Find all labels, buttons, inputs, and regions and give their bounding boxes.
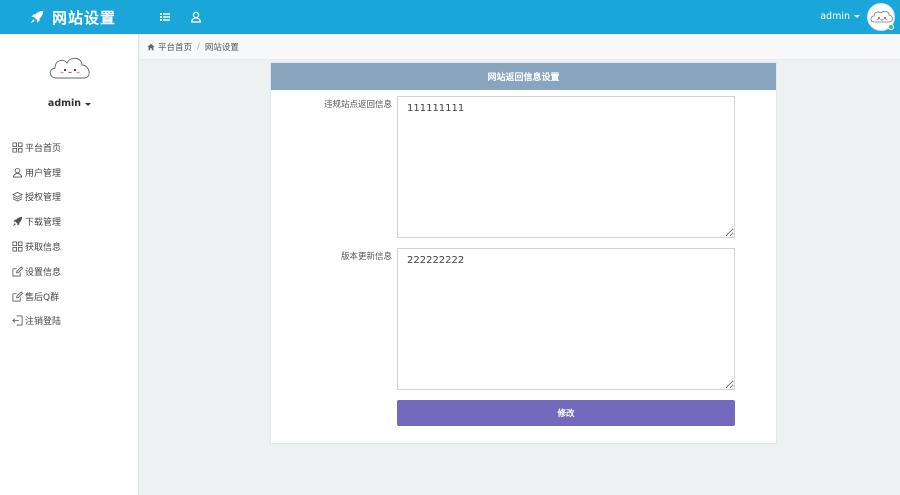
sidebar-item-get-info[interactable]: 获取信息 <box>12 234 61 259</box>
logout-icon <box>12 315 23 326</box>
sidebar-nav: 平台首页 用户管理 授权管理 下载管理 获取信息 设置信息 售后Q群 注销登陆 <box>12 135 61 333</box>
breadcrumb-home-label: 平台首页 <box>158 42 193 53</box>
sidebar-item-label: 平台首页 <box>25 143 62 154</box>
brand[interactable]: 网站设置 <box>0 0 139 34</box>
breadcrumb-separator: / <box>197 41 200 52</box>
version-update-textarea[interactable]: 222222222 <box>397 248 735 390</box>
grid-icon <box>12 142 23 153</box>
user-menu[interactable]: admin <box>820 11 860 22</box>
sidebar-item-home[interactable]: 平台首页 <box>12 135 61 160</box>
breadcrumb-home[interactable]: 平台首页 <box>147 41 192 53</box>
sidebar-item-label: 获取信息 <box>25 243 62 254</box>
user-icon[interactable] <box>190 11 202 23</box>
home-icon <box>147 43 155 50</box>
edit-icon <box>12 291 23 302</box>
settings-panel: 网站返回信息设置 违规站点返回信息 111111111 版本更新信息 22222… <box>270 62 777 444</box>
panel-title: 网站返回信息设置 <box>271 63 776 90</box>
sidebar-item-users[interactable]: 用户管理 <box>12 160 61 185</box>
sidebar-username: admin <box>47 98 82 109</box>
app-title: 网站设置 <box>52 8 117 27</box>
caret-down-icon <box>854 15 860 18</box>
breadcrumb: 平台首页 / 网站设置 <box>140 34 900 60</box>
cloud-avatar-icon <box>49 57 90 79</box>
violation-message-textarea[interactable]: 111111111 <box>397 96 735 238</box>
menu-toggle-icon[interactable] <box>159 11 171 23</box>
header-username: admin <box>820 11 850 22</box>
edit-icon <box>12 266 23 277</box>
sidebar-item-label: 下载管理 <box>25 218 62 229</box>
user-icon <box>12 167 23 178</box>
sidebar-item-label: 售后Q群 <box>25 292 60 303</box>
rocket-icon <box>12 217 23 227</box>
sidebar-item-downloads[interactable]: 下载管理 <box>12 209 61 234</box>
layers-icon <box>12 192 23 203</box>
caret-down-icon <box>85 103 92 106</box>
modify-button[interactable]: 修改 <box>397 400 735 426</box>
online-status-dot <box>888 24 894 30</box>
rocket-icon <box>30 10 44 24</box>
sidebar-item-label: 授权管理 <box>25 193 62 204</box>
version-update-label: 版本更新信息 <box>340 252 392 262</box>
sidebar-item-settings-info[interactable]: 设置信息 <box>12 259 61 284</box>
violation-message-label: 违规站点返回信息 <box>323 100 392 110</box>
grid-icon <box>12 241 23 252</box>
sidebar-item-support-group[interactable]: 售后Q群 <box>12 284 61 309</box>
sidebar-item-authorization[interactable]: 授权管理 <box>12 185 61 210</box>
sidebar-item-logout[interactable]: 注销登陆 <box>12 309 61 334</box>
sidebar-user-menu[interactable]: admin <box>0 98 139 109</box>
sidebar-item-label: 注销登陆 <box>25 317 62 328</box>
sidebar-item-label: 用户管理 <box>25 168 62 179</box>
sidebar-item-label: 设置信息 <box>25 267 62 278</box>
top-navbar: 网站设置 admin <box>0 0 900 34</box>
breadcrumb-current: 网站设置 <box>204 42 239 53</box>
sidebar: admin 平台首页 用户管理 授权管理 下载管理 获取信息 设置信息 售后Q群… <box>0 34 139 495</box>
